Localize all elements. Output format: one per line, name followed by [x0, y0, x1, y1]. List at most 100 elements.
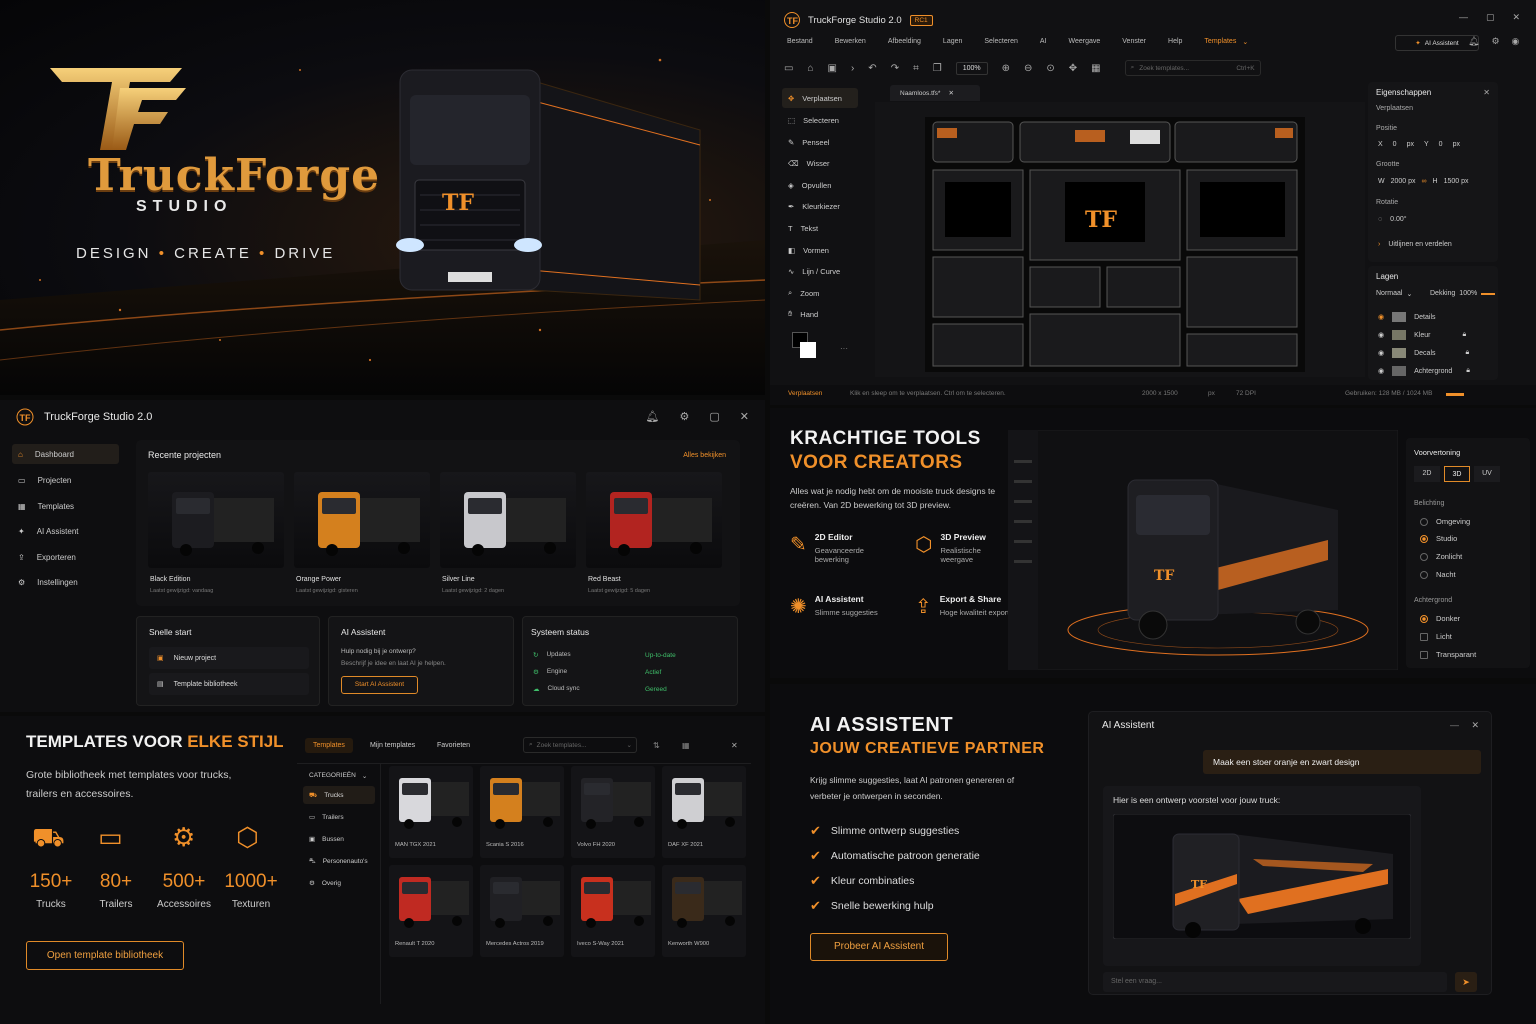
chat-input[interactable]: Stel een vraag...	[1103, 972, 1447, 992]
library-search[interactable]: ⌕ Zoek templates... ⌄	[523, 737, 637, 753]
move-cross-icon[interactable]: ✥	[1069, 63, 1077, 74]
x-input[interactable]: 0	[1393, 141, 1397, 148]
categories-header[interactable]: CATEGORIEËN ⌄	[309, 772, 367, 780]
close-icon[interactable]: ✕	[1483, 88, 1490, 97]
category-overig[interactable]: ⚙ Overig	[303, 874, 375, 892]
sidebar-item-projecten[interactable]: ▭ Projecten	[12, 470, 119, 490]
ai-assistant-button[interactable]: ✦ AI Assistent	[1395, 35, 1479, 51]
opacity-slider[interactable]	[1481, 292, 1496, 295]
layer-row[interactable]: ◉ Details	[1378, 312, 1436, 322]
template-library-button[interactable]: ▤ Template bibliotheek	[149, 673, 309, 695]
category-trucks[interactable]: ⛟ Trucks	[303, 786, 375, 804]
maximize-icon[interactable]: ▢	[1486, 12, 1495, 23]
project-card[interactable]: Silver Line Laatst gewijzigd: 2 dagen	[440, 472, 576, 596]
template-search[interactable]: ⌕ Zoek templates... Ctrl+K	[1124, 60, 1261, 76]
y-input[interactable]: 0	[1439, 141, 1443, 148]
tool-zoom[interactable]: ⌕ Zoom	[782, 283, 858, 303]
lock-icon[interactable]: 🔒︎	[1462, 331, 1466, 339]
minimize-icon[interactable]: —	[1450, 720, 1459, 730]
template-card[interactable]: DAF XF 2021	[662, 766, 746, 858]
sidebar-item-ai-assistent[interactable]: ✦ AI Assistent	[12, 521, 119, 541]
duplicate-icon[interactable]: ❐	[933, 63, 942, 74]
sidebar-item-dashboard[interactable]: ⌂ Dashboard	[12, 444, 119, 464]
tool-wisser[interactable]: ⌫ Wisser	[782, 153, 858, 173]
rotation-input[interactable]: 0.00°	[1390, 216, 1406, 223]
zoom-fit-icon[interactable]: ⊙	[1046, 63, 1054, 74]
tab-mijn-templates[interactable]: Mijn templates	[370, 742, 415, 749]
new-file-icon[interactable]: ▭	[784, 63, 793, 74]
template-card[interactable]: Scania S 2016	[480, 766, 564, 858]
zoom-in-icon[interactable]: ⊕	[1002, 63, 1010, 74]
tool-verplaatsen[interactable]: ✥ Verplaatsen	[782, 88, 858, 108]
category-bussen[interactable]: ▣ Bussen	[303, 830, 375, 848]
template-card[interactable]: MAN TGX 2021	[389, 766, 473, 858]
close-icon[interactable]: ✕	[740, 410, 749, 423]
bell-icon[interactable]: 🔔︎	[646, 410, 660, 423]
eye-icon[interactable]: ◉	[1378, 331, 1384, 339]
layer-row[interactable]: ◉ Achtergrond 🔒︎	[1378, 366, 1470, 376]
sidebar-item-templates[interactable]: ▦ Templates	[12, 496, 119, 516]
template-card[interactable]: Renault T 2020	[389, 865, 473, 957]
undo-icon[interactable]: ↶	[868, 63, 876, 74]
zoom-out-icon[interactable]: ⊖	[1024, 63, 1032, 74]
menu-bestand[interactable]: Bestand	[787, 38, 813, 46]
lock-icon[interactable]: 🔒︎	[1466, 349, 1470, 357]
close-icon[interactable]: ✕	[731, 741, 738, 750]
w-input[interactable]: 2000 px	[1391, 178, 1416, 185]
view-all-link[interactable]: Alles bekijken	[683, 452, 726, 459]
maximize-icon[interactable]: ▢	[709, 410, 719, 423]
document-tab[interactable]: Naamloos.tfs* ✕	[890, 85, 980, 101]
chevron-right-icon[interactable]: ›	[851, 63, 854, 74]
menu-ai[interactable]: AI	[1040, 38, 1047, 46]
template-card[interactable]: Kenworth W900	[662, 865, 746, 957]
tool-hand[interactable]: ✋︎ Hand	[782, 304, 858, 324]
lighting-option[interactable]: Omgeving	[1420, 517, 1470, 526]
tab-favorieten[interactable]: Favorieten	[437, 742, 470, 749]
opacity-control[interactable]: Dekking 100%	[1430, 290, 1496, 297]
minimize-icon[interactable]: —	[1459, 12, 1468, 23]
send-icon[interactable]: ➤	[1455, 972, 1477, 992]
sidebar-item-exporteren[interactable]: ⇪ Exporteren	[12, 547, 119, 567]
template-card[interactable]: Volvo FH 2020	[571, 766, 655, 858]
canvas-area[interactable]: TF	[875, 102, 1365, 377]
close-icon[interactable]: ✕	[1471, 720, 1479, 731]
try-ai-button[interactable]: Probeer AI Assistent	[810, 933, 948, 961]
menu-lagen[interactable]: Lagen	[943, 38, 962, 46]
tool-tekst[interactable]: T Tekst	[782, 218, 858, 238]
save-icon[interactable]: ▣	[828, 63, 837, 74]
gear-icon[interactable]: ⚙	[680, 410, 690, 423]
start-ai-button[interactable]: Start AI Assistent	[341, 676, 418, 694]
background-option[interactable]: Donker	[1420, 614, 1460, 623]
category-trailers[interactable]: ▭ Trailers	[303, 808, 375, 826]
bell-icon[interactable]: 🔔︎	[1468, 36, 1479, 47]
menu-venster[interactable]: Venster	[1122, 38, 1146, 46]
align-distribute[interactable]: › Uitlijnen en verdelen	[1378, 241, 1452, 248]
eye-icon[interactable]: ◉	[1378, 313, 1384, 321]
background-color-swatch[interactable]	[800, 342, 816, 358]
zoom-select[interactable]: 100%	[955, 61, 988, 75]
menu-templates[interactable]: Templates	[1204, 38, 1236, 46]
crop-icon[interactable]: ⌗	[913, 63, 919, 74]
more-icon[interactable]: ···	[840, 344, 848, 353]
category-personenautos[interactable]: ⛍ Personenauto's	[303, 852, 381, 870]
lighting-option[interactable]: Nacht	[1420, 570, 1456, 579]
mode-2d[interactable]: 2D	[1414, 466, 1440, 482]
sort-icon[interactable]: ⇅	[653, 741, 660, 750]
tool-lijn-curve[interactable]: ∿ Lijn / Curve	[782, 261, 858, 281]
close-tab-icon[interactable]: ✕	[948, 89, 953, 97]
tool-opvullen[interactable]: ◈ Opvullen	[782, 175, 858, 195]
mode-3d[interactable]: 3D	[1444, 466, 1470, 482]
project-card[interactable]: Black Edition Laatst gewijzigd: vandaag	[148, 472, 284, 596]
menu-bewerken[interactable]: Bewerken	[835, 38, 866, 46]
layer-row[interactable]: ◉ Decals 🔒︎	[1378, 348, 1469, 358]
menu-afbeelding[interactable]: Afbeelding	[888, 38, 921, 46]
blend-mode-select[interactable]: Normaal ⌄	[1376, 290, 1412, 298]
tool-kleurkiezer[interactable]: ✒ Kleurkiezer	[782, 196, 858, 216]
gear-icon[interactable]: ⚙	[1491, 36, 1499, 47]
tool-selecteren[interactable]: ⬚ Selecteren	[782, 110, 858, 130]
open-template-library-button[interactable]: Open template bibliotheek	[26, 941, 184, 970]
template-card[interactable]: Iveco S-Way 2021	[571, 865, 655, 957]
user-icon[interactable]: ◉	[1512, 36, 1520, 47]
lighting-option[interactable]: Zonlicht	[1420, 552, 1462, 561]
tool-penseel[interactable]: ✎ Penseel	[782, 132, 858, 152]
